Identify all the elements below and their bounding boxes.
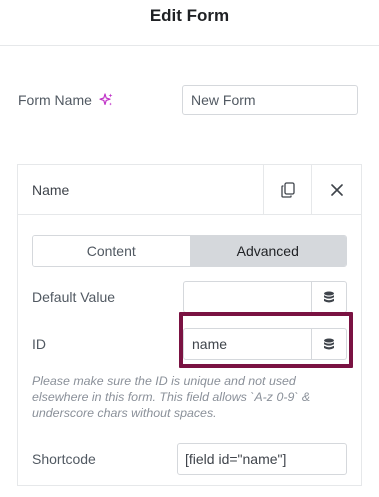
form-name-input[interactable]: New Form bbox=[182, 85, 358, 115]
close-icon bbox=[330, 183, 343, 196]
default-value-label: Default Value bbox=[32, 289, 116, 305]
field-repeater-item: Name Content Advanced Default Value ID n… bbox=[17, 164, 362, 486]
duplicate-button[interactable] bbox=[263, 165, 311, 214]
shortcode-input[interactable]: [field id="name"] bbox=[177, 443, 347, 475]
dynamic-tags-button[interactable] bbox=[311, 282, 346, 312]
id-label: ID bbox=[32, 336, 46, 352]
remove-button[interactable] bbox=[311, 165, 361, 214]
id-highlight-box bbox=[179, 312, 353, 368]
shortcode-label: Shortcode bbox=[32, 451, 96, 467]
tab-advanced[interactable]: Advanced bbox=[189, 236, 346, 266]
database-icon bbox=[324, 291, 334, 302]
form-name-label: Form Name bbox=[18, 92, 92, 108]
tab-content[interactable]: Content bbox=[33, 236, 190, 266]
field-item-title[interactable]: Name bbox=[32, 182, 69, 198]
sparkle-icon[interactable] bbox=[98, 92, 114, 108]
default-value-input[interactable] bbox=[184, 282, 311, 312]
field-item-header[interactable]: Name bbox=[18, 165, 361, 215]
copy-icon bbox=[280, 181, 295, 198]
field-tabs: Content Advanced bbox=[32, 235, 347, 267]
id-help-text: Please make sure the ID is unique and no… bbox=[32, 374, 311, 420]
page-title: Edit Form bbox=[149, 5, 230, 25]
panel-header: Edit Form bbox=[0, 0, 379, 46]
form-name-row: Form Name New Form bbox=[18, 84, 361, 118]
default-value-control bbox=[183, 281, 347, 313]
form-name-label-group: Form Name bbox=[18, 92, 114, 108]
